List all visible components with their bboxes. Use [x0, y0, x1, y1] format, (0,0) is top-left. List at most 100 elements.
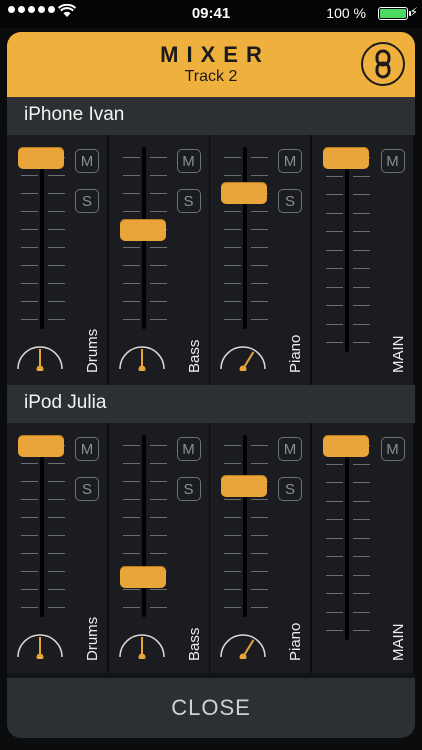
- fader-knob[interactable]: [322, 435, 369, 457]
- fader-tick: [48, 301, 65, 302]
- fader-tick: [325, 286, 343, 288]
- battery-icon: [378, 7, 411, 20]
- pan-knob[interactable]: [218, 341, 268, 371]
- channel-label-wrap: Drums: [83, 581, 103, 661]
- fader-tick: [48, 193, 65, 194]
- fader-knob[interactable]: [119, 566, 166, 589]
- fader-tick: [149, 517, 167, 518]
- fader-tick: [122, 463, 140, 464]
- fader-tick: [122, 607, 140, 608]
- fader-tick: [251, 283, 268, 284]
- fader-knob[interactable]: [322, 147, 369, 169]
- volume-fader[interactable]: [17, 147, 67, 329]
- fader-tick: [224, 157, 241, 158]
- volume-fader[interactable]: [220, 435, 270, 617]
- fader-tick: [224, 499, 241, 500]
- solo-button[interactable]: S: [176, 477, 201, 501]
- fader-knob[interactable]: [221, 475, 267, 497]
- channel-label: Drums: [84, 616, 101, 661]
- fader-tick: [21, 571, 38, 572]
- fader-tick: [251, 319, 268, 320]
- mute-button[interactable]: M: [176, 437, 201, 461]
- fader-tick: [149, 193, 167, 194]
- fader-tick: [224, 265, 241, 266]
- fader-tick: [224, 517, 241, 518]
- pan-knob[interactable]: [218, 629, 268, 659]
- volume-fader[interactable]: [119, 147, 169, 329]
- fader-tick: [352, 175, 370, 177]
- section-device-name: iPhone Ivan: [7, 97, 415, 135]
- fader-track: [141, 435, 146, 617]
- pan-knob[interactable]: [15, 341, 65, 371]
- fader-tick: [48, 229, 65, 230]
- fader-track: [243, 147, 247, 329]
- fader-knob[interactable]: [18, 435, 64, 457]
- fader-tick: [352, 194, 370, 195]
- channel-strip-row: M S Drums M S Bass M S Piano M MAIN: [7, 423, 415, 673]
- fader-tick: [122, 193, 140, 194]
- fader-knob[interactable]: [221, 182, 267, 205]
- fader-tick: [224, 445, 241, 446]
- fader-tick: [122, 175, 140, 176]
- fader-tick: [149, 175, 167, 176]
- pan-center-dot: [138, 653, 145, 659]
- close-button[interactable]: CLOSE: [7, 678, 415, 738]
- fader-tick: [122, 589, 140, 590]
- link-button[interactable]: [361, 42, 405, 86]
- solo-button[interactable]: S: [176, 189, 201, 213]
- mute-button[interactable]: M: [278, 437, 302, 461]
- fader-tick: [224, 175, 241, 176]
- mute-button[interactable]: M: [380, 437, 405, 461]
- volume-fader[interactable]: [17, 435, 67, 617]
- fader-tick: [48, 265, 65, 266]
- pan-knob[interactable]: [15, 629, 65, 659]
- fader-tick: [48, 499, 65, 500]
- fader-tick: [149, 265, 167, 266]
- fader-tick: [325, 194, 343, 195]
- fader-tick: [325, 611, 343, 613]
- fader-tick: [251, 517, 268, 518]
- solo-button[interactable]: S: [278, 189, 302, 213]
- fader-tick: [21, 553, 38, 554]
- mute-button[interactable]: M: [75, 437, 99, 461]
- solo-button[interactable]: S: [75, 477, 99, 501]
- pan-knob[interactable]: [117, 341, 167, 371]
- channel-strip: M MAIN: [311, 423, 413, 673]
- fader-knob[interactable]: [119, 219, 166, 241]
- volume-fader[interactable]: [322, 435, 372, 640]
- volume-fader[interactable]: [322, 147, 372, 352]
- mute-button[interactable]: M: [278, 149, 302, 173]
- channel-strip: M S Bass: [108, 135, 209, 385]
- fader-tick: [224, 553, 241, 554]
- volume-fader[interactable]: [220, 147, 270, 329]
- fader-tick: [352, 500, 370, 502]
- solo-button[interactable]: S: [278, 477, 302, 501]
- solo-button[interactable]: S: [75, 189, 99, 213]
- fader-tick: [21, 535, 38, 536]
- fader-tick: [352, 305, 370, 306]
- fader-tick: [21, 193, 38, 194]
- mute-button[interactable]: M: [176, 149, 201, 173]
- fader-tick: [48, 463, 65, 464]
- mixer-title: MIXER: [160, 42, 270, 67]
- fader-tick: [122, 499, 140, 500]
- pan-knob[interactable]: [117, 629, 167, 659]
- mixer-sections: iPhone Ivan M S Drums M S Bass M S Piano M MAIN iPod…: [7, 97, 415, 673]
- channel-label: Bass: [185, 627, 203, 661]
- fader-tick: [352, 286, 370, 288]
- fader-tick: [21, 607, 38, 608]
- fader-track: [40, 435, 44, 617]
- mute-button[interactable]: M: [380, 149, 405, 173]
- volume-fader[interactable]: [119, 435, 169, 617]
- fader-knob[interactable]: [18, 147, 64, 169]
- channel-label: MAIN: [389, 623, 407, 662]
- fader-tick: [21, 481, 38, 482]
- fader-tick: [21, 265, 38, 266]
- pan-center-dot: [36, 365, 44, 371]
- channel-label: MAIN: [389, 335, 407, 374]
- fader-tick: [224, 211, 241, 212]
- fader-tick: [325, 175, 343, 177]
- mixer-header: MIXER Track 2: [7, 32, 415, 97]
- mute-button[interactable]: M: [75, 149, 99, 173]
- battery-percent: 100 %: [326, 5, 366, 21]
